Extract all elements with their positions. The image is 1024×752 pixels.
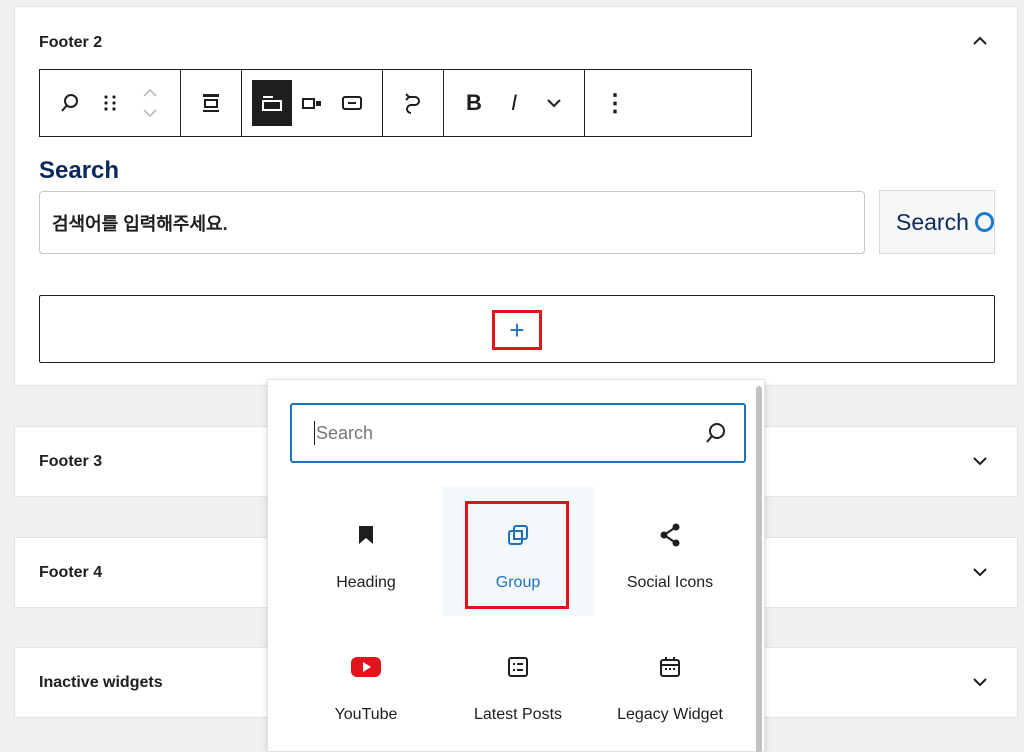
inactive-widgets-title: Inactive widgets <box>39 673 163 691</box>
search-block-icon[interactable] <box>50 80 90 126</box>
block-youtube[interactable]: YouTube <box>290 618 442 748</box>
block-heading[interactable]: Heading <box>290 486 442 616</box>
block-appender: + <box>39 295 995 363</box>
block-social-icons[interactable]: Social Icons <box>594 486 746 616</box>
align-full-icon[interactable] <box>191 80 231 126</box>
add-block-button[interactable]: + <box>492 310 542 350</box>
search-button-label: Search <box>896 208 969 235</box>
footer-2-panel: Footer 2 B I ⋮ Search 검색어를 입력해주세요. Searc… <box>14 6 1018 386</box>
search-block-input[interactable]: 검색어를 입력해주세요. <box>39 191 865 254</box>
chevron-down-icon[interactable] <box>973 564 987 582</box>
search-block-label: Search <box>39 157 120 184</box>
chevron-down-icon[interactable] <box>973 674 987 692</box>
bookmark-icon <box>358 520 374 550</box>
chevron-down-icon[interactable] <box>973 453 987 471</box>
footer-3-title: Footer 3 <box>39 452 103 470</box>
block-label: Latest Posts <box>473 706 563 723</box>
block-label: Social Icons <box>626 574 714 591</box>
search-icon <box>704 421 728 450</box>
label-above-icon[interactable] <box>252 80 292 126</box>
inserter-search-placeholder: Search <box>316 422 374 443</box>
youtube-icon <box>351 652 381 682</box>
block-label: YouTube <box>334 706 398 723</box>
button-outside-icon[interactable] <box>292 80 332 126</box>
toolbar-group-layout <box>242 70 383 136</box>
share-icon <box>659 520 681 550</box>
toolbar-group-block <box>40 70 181 136</box>
italic-button[interactable]: I <box>494 80 534 126</box>
block-legacy-widget[interactable]: Legacy Widget <box>594 618 746 748</box>
toolbar-group-format: B I <box>444 70 585 136</box>
chevron-down-icon[interactable] <box>534 80 574 126</box>
search-circle-icon <box>974 212 994 232</box>
more-options-button[interactable]: ⋮ <box>595 80 635 126</box>
button-inside-icon[interactable] <box>332 80 372 126</box>
inserter-search-input[interactable]: Search <box>290 403 746 463</box>
calendar-icon <box>659 652 681 682</box>
block-label: Heading <box>336 574 396 591</box>
highlight-frame <box>465 501 569 609</box>
block-label: Legacy Widget <box>617 706 723 723</box>
move-up-down-icon[interactable] <box>130 80 170 126</box>
toolbar-group-options: ⋮ <box>585 70 645 136</box>
footer-4-title: Footer 4 <box>39 563 103 581</box>
inserter-scrollbar[interactable] <box>756 386 762 752</box>
block-latest-posts[interactable]: Latest Posts <box>442 618 594 748</box>
search-block-button[interactable]: Search <box>879 190 995 254</box>
block-toolbar: B I ⋮ <box>39 69 752 137</box>
transform-icon[interactable] <box>393 80 433 126</box>
drag-handle-icon[interactable] <box>90 80 130 126</box>
list-icon <box>507 652 529 682</box>
footer-2-title: Footer 2 <box>39 34 103 51</box>
toolbar-group-transform <box>383 70 444 136</box>
block-inserter-popover: Search Heading Group Social Icons YouTub… <box>267 379 765 752</box>
bold-button[interactable]: B <box>454 80 494 126</box>
footer-2-header[interactable] <box>15 7 1017 75</box>
toolbar-group-align <box>181 70 242 136</box>
chevron-up-icon[interactable] <box>973 32 987 50</box>
text-caret <box>314 421 315 445</box>
